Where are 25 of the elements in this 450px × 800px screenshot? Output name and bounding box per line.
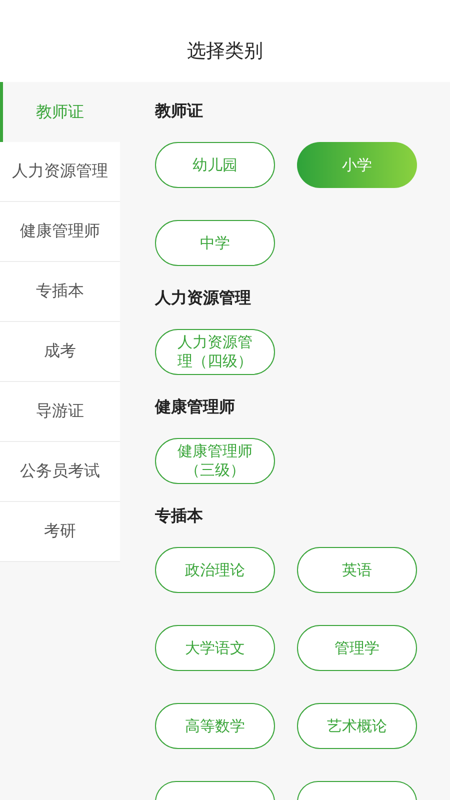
page-title: 选择类别	[187, 39, 263, 64]
option-button[interactable]: 艺术概论	[297, 703, 417, 749]
sidebar-item[interactable]: 人力资源管理	[0, 142, 120, 202]
option-button[interactable]: 英语	[297, 547, 417, 593]
sidebar-item[interactable]: 健康管理师	[0, 202, 120, 262]
option-button[interactable]: 人力资源管理（四级）	[155, 329, 275, 375]
sidebar-item[interactable]: 专插本	[0, 262, 120, 322]
section-heading: 健康管理师	[155, 397, 236, 417]
option-button[interactable]: 政治理论	[155, 547, 275, 593]
sidebar-item[interactable]: 公务员考试	[0, 442, 120, 502]
option-button[interactable]: 小学	[297, 142, 417, 188]
sidebar-item[interactable]: 导游证	[0, 382, 120, 442]
option-button[interactable]: 中学	[155, 220, 275, 266]
option-button[interactable]: 管理学	[297, 625, 417, 671]
option-button[interactable]	[297, 781, 417, 800]
section-heading: 专插本	[155, 506, 204, 526]
option-button[interactable]	[155, 781, 275, 800]
option-button[interactable]: 幼儿园	[155, 142, 275, 188]
option-button[interactable]: 大学语文	[155, 625, 275, 671]
sidebar-item[interactable]: 考研	[0, 502, 120, 562]
option-button[interactable]: 健康管理师（三级）	[155, 438, 275, 484]
sidebar-item[interactable]: 成考	[0, 322, 120, 382]
option-button[interactable]: 高等数学	[155, 703, 275, 749]
section-heading: 人力资源管理	[155, 288, 252, 308]
section-heading: 教师证	[155, 101, 204, 121]
